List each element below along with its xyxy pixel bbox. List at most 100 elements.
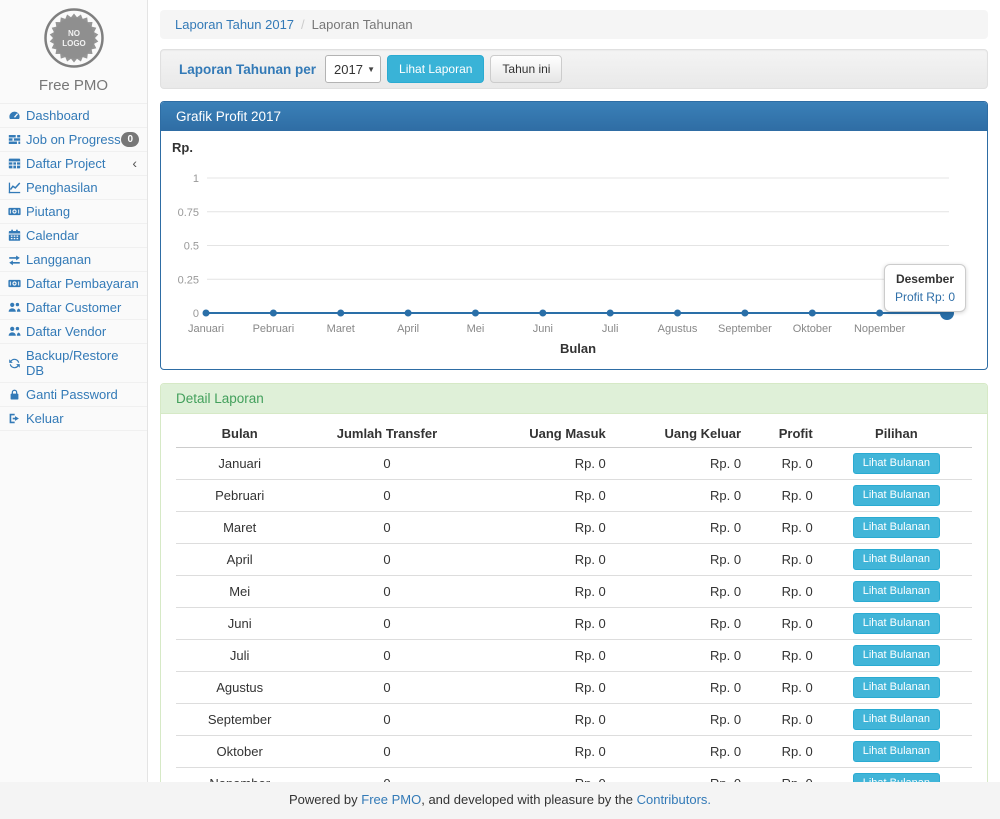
- breadcrumb-current: Laporan Tahunan: [312, 17, 413, 32]
- cell-pilihan: Lihat Bulanan: [821, 576, 972, 608]
- lihat-bulanan-button[interactable]: Lihat Bulanan: [853, 645, 940, 666]
- cell-uang_masuk: Rp. 0: [471, 576, 614, 608]
- lihat-bulanan-button[interactable]: Lihat Bulanan: [853, 581, 940, 602]
- svg-text:Maret: Maret: [327, 323, 355, 335]
- cell-pilihan: Lihat Bulanan: [821, 608, 972, 640]
- sidebar-item-label: Dashboard: [26, 108, 90, 123]
- chart-canvas: 00.250.50.751JanuariPebruariMaretAprilMe…: [161, 131, 987, 369]
- svg-text:September: September: [718, 323, 772, 335]
- svg-text:Mei: Mei: [467, 323, 485, 335]
- lihat-bulanan-button[interactable]: Lihat Bulanan: [853, 741, 940, 762]
- table-row: Juni0Rp. 0Rp. 0Rp. 0Lihat Bulanan: [176, 608, 972, 640]
- lihat-bulanan-button[interactable]: Lihat Bulanan: [853, 613, 940, 634]
- sidebar-item-daftar-customer[interactable]: Daftar Customer: [0, 296, 147, 320]
- column-header: Jumlah Transfer: [303, 420, 470, 448]
- lihat-bulanan-button[interactable]: Lihat Bulanan: [853, 773, 940, 782]
- cell-uang_keluar: Rp. 0: [614, 576, 749, 608]
- svg-text:Oktober: Oktober: [793, 323, 832, 335]
- year-select[interactable]: 2017 ▼: [325, 55, 381, 83]
- table-row: Januari0Rp. 0Rp. 0Rp. 0Lihat Bulanan: [176, 448, 972, 480]
- sidebar-item-backup-restore-db[interactable]: Backup/Restore DB: [0, 344, 147, 383]
- sidebar-item-label: Penghasilan: [26, 180, 98, 195]
- cell-uang_masuk: Rp. 0: [471, 608, 614, 640]
- svg-text:Bulan: Bulan: [560, 341, 596, 356]
- sidebar-item-langganan[interactable]: Langganan: [0, 248, 147, 272]
- cell-uang_masuk: Rp. 0: [471, 640, 614, 672]
- cell-uang_masuk: Rp. 0: [471, 704, 614, 736]
- footer-link-free-pmo[interactable]: Free PMO: [361, 792, 421, 807]
- sidebar-item-piutang[interactable]: Piutang: [0, 200, 147, 224]
- cell-bulan: Juli: [176, 640, 303, 672]
- sidebar-item-label: Daftar Pembayaran: [26, 276, 139, 291]
- column-header: Uang Masuk: [471, 420, 614, 448]
- logo-text-line2: LOGO: [62, 39, 86, 48]
- lihat-bulanan-button[interactable]: Lihat Bulanan: [853, 453, 940, 474]
- brand-name: Free PMO: [0, 77, 147, 94]
- cell-uang_keluar: Rp. 0: [614, 704, 749, 736]
- cell-pilihan: Lihat Bulanan: [821, 512, 972, 544]
- lihat-bulanan-button[interactable]: Lihat Bulanan: [853, 517, 940, 538]
- money-icon: [8, 205, 21, 218]
- line-chart-icon: [8, 181, 21, 194]
- lihat-bulanan-button[interactable]: Lihat Bulanan: [853, 485, 940, 506]
- sidebar-item-keluar[interactable]: Keluar: [0, 407, 147, 431]
- sidebar-item-ganti-password[interactable]: Ganti Password: [0, 383, 147, 407]
- footer-link-contributors[interactable]: Contributors.: [637, 792, 711, 807]
- profit-chart-panel: Grafik Profit 2017 Rp. 00.250.50.751Janu…: [160, 101, 988, 370]
- chart-tooltip: Desember Profit Rp: 0: [884, 264, 966, 312]
- column-header: Uang Keluar: [614, 420, 749, 448]
- cell-bulan: Mei: [176, 576, 303, 608]
- cell-profit: Rp. 0: [749, 768, 821, 783]
- sign-out-icon: [8, 412, 21, 425]
- svg-text:Agustus: Agustus: [658, 323, 698, 335]
- cell-pilihan: Lihat Bulanan: [821, 768, 972, 783]
- count-badge: 0: [121, 132, 139, 147]
- cell-uang_masuk: Rp. 0: [471, 448, 614, 480]
- lihat-bulanan-button[interactable]: Lihat Bulanan: [853, 709, 940, 730]
- sidebar-item-calendar[interactable]: Calendar: [0, 224, 147, 248]
- table-icon: [8, 157, 21, 170]
- column-header: Pilihan: [821, 420, 972, 448]
- svg-text:1: 1: [193, 173, 199, 185]
- cell-profit: Rp. 0: [749, 544, 821, 576]
- lihat-bulanan-button[interactable]: Lihat Bulanan: [853, 549, 940, 570]
- sidebar-item-label: Backup/Restore DB: [26, 348, 139, 378]
- sidebar-item-label: Calendar: [26, 228, 79, 243]
- sidebar-item-daftar-pembayaran[interactable]: Daftar Pembayaran: [0, 272, 147, 296]
- sidebar-item-dashboard[interactable]: Dashboard: [0, 104, 147, 128]
- sidebar-item-daftar-vendor[interactable]: Daftar Vendor: [0, 320, 147, 344]
- brand: NO LOGO Free PMO: [0, 0, 147, 104]
- cell-jumlah_transfer: 0: [303, 512, 470, 544]
- refresh-icon: [8, 357, 21, 370]
- footer-text: Powered by: [289, 792, 361, 807]
- money-icon: [8, 277, 21, 290]
- cell-jumlah_transfer: 0: [303, 480, 470, 512]
- svg-text:Pebruari: Pebruari: [253, 323, 295, 335]
- sidebar-item-job-on-progress[interactable]: Job on Progress0: [0, 128, 147, 152]
- cell-jumlah_transfer: 0: [303, 448, 470, 480]
- cell-bulan: Agustus: [176, 672, 303, 704]
- tahun-ini-button[interactable]: Tahun ini: [490, 55, 562, 83]
- lihat-laporan-button[interactable]: Lihat Laporan: [387, 55, 484, 83]
- breadcrumb-link[interactable]: Laporan Tahun 2017: [175, 17, 294, 32]
- cell-uang_keluar: Rp. 0: [614, 512, 749, 544]
- footer: Powered by Free PMO, and developed with …: [0, 782, 1000, 819]
- table-row: Pebruari0Rp. 0Rp. 0Rp. 0Lihat Bulanan: [176, 480, 972, 512]
- lihat-bulanan-button[interactable]: Lihat Bulanan: [853, 677, 940, 698]
- cell-bulan: Januari: [176, 448, 303, 480]
- sidebar-item-daftar-project[interactable]: Daftar Project‹: [0, 152, 147, 176]
- breadcrumb: Laporan Tahun 2017 / Laporan Tahunan: [160, 10, 988, 39]
- table-row: Juli0Rp. 0Rp. 0Rp. 0Lihat Bulanan: [176, 640, 972, 672]
- cell-profit: Rp. 0: [749, 448, 821, 480]
- cell-jumlah_transfer: 0: [303, 736, 470, 768]
- detail-table: BulanJumlah TransferUang MasukUang Kelua…: [176, 420, 972, 782]
- cell-uang_keluar: Rp. 0: [614, 672, 749, 704]
- cell-pilihan: Lihat Bulanan: [821, 672, 972, 704]
- sidebar-item-penghasilan[interactable]: Penghasilan: [0, 176, 147, 200]
- svg-text:Nopember: Nopember: [854, 323, 906, 335]
- svg-text:0.5: 0.5: [184, 241, 199, 253]
- detail-report-panel: Detail Laporan BulanJumlah TransferUang …: [160, 383, 988, 782]
- logo-text-line1: NO: [68, 29, 80, 38]
- cell-profit: Rp. 0: [749, 640, 821, 672]
- table-row: Agustus0Rp. 0Rp. 0Rp. 0Lihat Bulanan: [176, 672, 972, 704]
